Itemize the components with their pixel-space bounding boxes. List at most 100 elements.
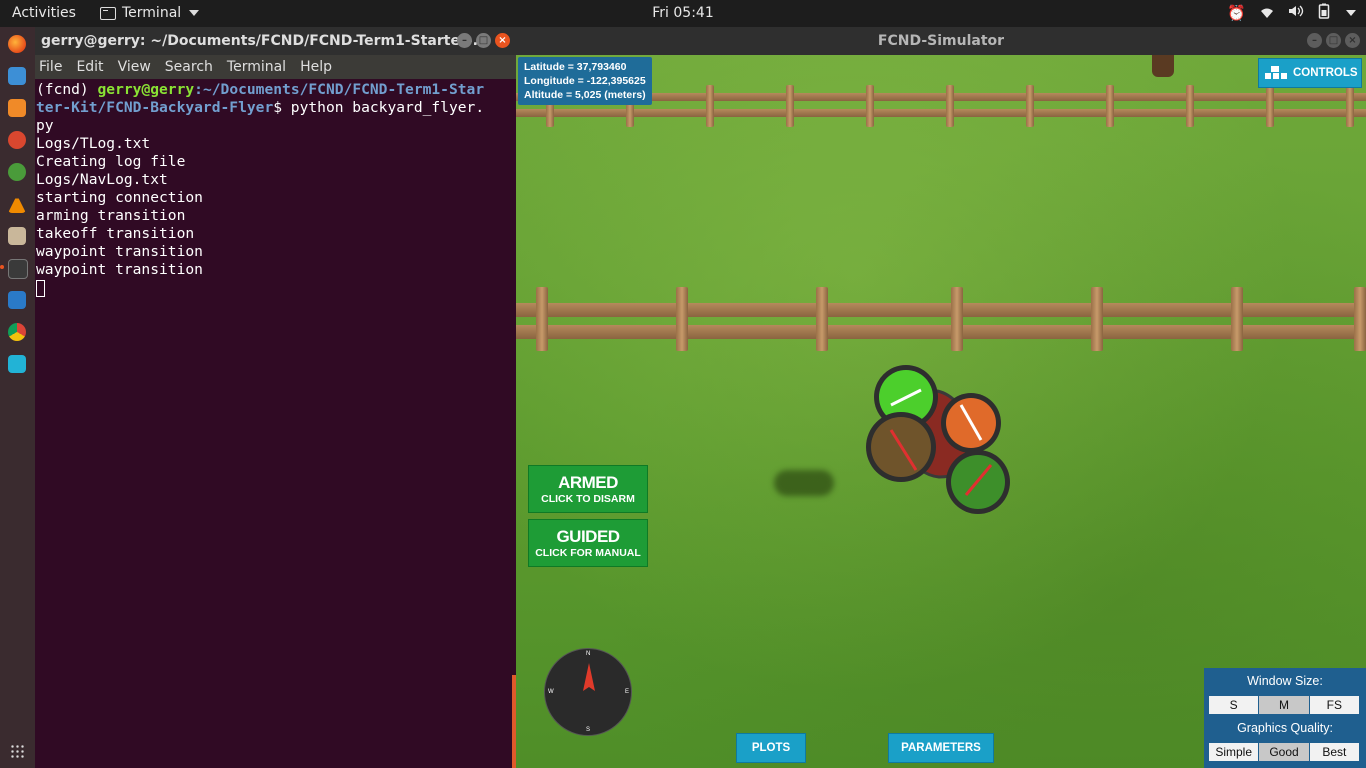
output-line: takeoff transition xyxy=(36,225,195,242)
armed-button[interactable]: ARMED CLICK TO DISARM xyxy=(528,465,648,513)
compass-e: E xyxy=(625,689,630,695)
window-size-m[interactable]: M xyxy=(1259,696,1309,714)
activities-button[interactable]: Activities xyxy=(12,5,76,21)
latitude-label: Latitude = 37,793460 xyxy=(524,61,627,73)
pycharm-icon[interactable] xyxy=(8,355,26,373)
cursor-line xyxy=(36,279,515,297)
battery-icon[interactable] xyxy=(1318,3,1330,23)
graphics-quality-label: Graphics Quality: xyxy=(1237,721,1333,735)
maximize-icon[interactable]: □ xyxy=(1326,33,1341,48)
controls-label: CONTROLS xyxy=(1293,67,1358,79)
top-bar: Activities Terminal Fri 05:41 ⏰ xyxy=(0,0,1366,27)
menu-help[interactable]: Help xyxy=(300,59,332,75)
quadcopter-drone xyxy=(866,365,1010,514)
parameters-label: PARAMETERS xyxy=(901,742,981,754)
graphics-quality-selector: Simple Good Best xyxy=(1209,743,1359,761)
output-line: py xyxy=(36,117,54,134)
output-line: Logs/TLog.txt xyxy=(36,135,151,152)
app-menu-label: Terminal xyxy=(122,5,182,21)
simulator-title: FCND-Simulator xyxy=(877,33,1005,49)
help-icon[interactable] xyxy=(8,163,26,181)
menu-search[interactable]: Search xyxy=(165,59,213,75)
guided-sublabel: CLICK FOR MANUAL xyxy=(535,547,641,559)
prompt-path: :~/Documents/FCND/FCND-Term1-Star xyxy=(194,81,485,98)
chrome-icon[interactable] xyxy=(8,323,26,341)
compass-n: N xyxy=(586,651,591,657)
close-icon[interactable]: × xyxy=(495,33,510,48)
clock-label[interactable]: Fri 05:41 xyxy=(652,5,713,21)
minimize-icon[interactable]: – xyxy=(457,33,472,48)
geo-readout: Latitude = 37,793460 Longitude = -122,39… xyxy=(518,57,652,105)
prompt-env: (fcnd) xyxy=(36,81,98,98)
output-line: waypoint transition xyxy=(36,243,203,260)
output-line: Creating log file xyxy=(36,153,186,170)
power-menu-caret-icon[interactable] xyxy=(1346,10,1356,16)
controls-button[interactable]: CONTROLS xyxy=(1258,58,1362,88)
clock[interactable]: Fri 05:41 xyxy=(0,5,1366,21)
volume-icon[interactable] xyxy=(1288,5,1304,21)
terminal-title: gerry@gerry: ~/Documents/FCND/FCND-Term1… xyxy=(41,33,489,49)
vscode-icon[interactable] xyxy=(8,291,26,309)
terminal-output[interactable]: (fcnd) gerry@gerry:~/Documents/FCND/FCND… xyxy=(35,79,516,768)
maximize-icon[interactable]: □ xyxy=(476,33,491,48)
quality-good[interactable]: Good xyxy=(1259,743,1309,761)
text-cursor xyxy=(36,279,45,297)
guided-label: GUIDED xyxy=(556,527,620,546)
simulator-titlebar[interactable]: FCND-Simulator – □ × xyxy=(516,27,1366,55)
window-size-fs[interactable]: FS xyxy=(1309,696,1359,714)
output-line: waypoint transition xyxy=(36,261,203,278)
menu-terminal[interactable]: Terminal xyxy=(227,59,286,75)
altitude-label: Altitude = 5,025 (meters) xyxy=(524,89,646,101)
minimize-icon[interactable]: – xyxy=(1307,33,1322,48)
settings-icon[interactable] xyxy=(8,131,26,149)
drone-shadow xyxy=(774,470,834,496)
output-line: starting connection xyxy=(36,189,203,206)
tree-trunk xyxy=(1152,55,1174,77)
terminal-menubar: File Edit View Search Terminal Help xyxy=(35,55,516,79)
vlc-icon[interactable] xyxy=(8,195,26,213)
parameters-button[interactable]: PARAMETERS xyxy=(888,733,994,763)
armed-label: ARMED xyxy=(558,473,618,492)
alarm-clock-icon[interactable]: ⏰ xyxy=(1227,4,1246,22)
simulator-viewport[interactable]: Latitude = 37,793460 Longitude = -122,39… xyxy=(516,55,1366,768)
window-size-selector: S M FS xyxy=(1209,696,1359,714)
firefox-icon[interactable] xyxy=(8,35,26,53)
terminal-app-icon xyxy=(100,6,116,20)
front-fence xyxy=(516,287,1366,351)
app-menu[interactable]: Terminal xyxy=(100,5,200,21)
window-size-s[interactable]: S xyxy=(1209,696,1259,714)
active-app-indicator xyxy=(0,265,4,269)
compass: N S E W xyxy=(544,648,632,736)
quality-simple[interactable]: Simple xyxy=(1209,743,1259,761)
quality-best[interactable]: Best xyxy=(1309,743,1359,761)
menu-view[interactable]: View xyxy=(118,59,151,75)
terminal-titlebar[interactable]: gerry@gerry: ~/Documents/FCND/FCND-Term1… xyxy=(35,27,516,55)
plots-button[interactable]: PLOTS xyxy=(736,733,806,763)
compass-w: W xyxy=(548,689,554,695)
settings-panel: Window Size: S M FS Graphics Quality: Si… xyxy=(1204,668,1366,768)
menu-file[interactable]: File xyxy=(39,59,62,75)
menu-edit[interactable]: Edit xyxy=(76,59,103,75)
chevron-down-icon xyxy=(189,10,200,16)
prompt-path-cont: ter-Kit/FCND-Backyard-Flyer xyxy=(36,99,274,116)
files-icon[interactable] xyxy=(8,227,26,245)
software-center-icon[interactable] xyxy=(8,99,26,117)
window-size-label: Window Size: xyxy=(1247,674,1323,688)
system-tray[interactable]: ⏰ xyxy=(1227,3,1356,23)
armed-sublabel: CLICK TO DISARM xyxy=(541,493,635,505)
prompt-user: gerry@gerry xyxy=(97,81,195,98)
output-line: Logs/NavLog.txt xyxy=(36,171,168,188)
prompt-line-1: (fcnd) gerry@gerry:~/Documents/FCND/FCND… xyxy=(36,81,515,99)
terminal-icon[interactable] xyxy=(8,259,28,279)
document-viewer-icon[interactable] xyxy=(8,67,26,85)
terminal-window: gerry@gerry: ~/Documents/FCND/FCND-Term1… xyxy=(35,27,516,768)
close-icon[interactable]: × xyxy=(1345,33,1360,48)
prompt-line-2: ter-Kit/FCND-Backyard-Flyer$ python back… xyxy=(36,99,515,117)
simulator-window: FCND-Simulator – □ × Latitude = 37,79346… xyxy=(516,27,1366,768)
compass-s: S xyxy=(586,727,591,733)
plots-label: PLOTS xyxy=(751,742,791,754)
output-line: arming transition xyxy=(36,207,186,224)
guided-button[interactable]: GUIDED CLICK FOR MANUAL xyxy=(528,519,648,567)
wifi-icon[interactable] xyxy=(1260,7,1274,19)
show-applications-icon[interactable] xyxy=(10,744,24,758)
